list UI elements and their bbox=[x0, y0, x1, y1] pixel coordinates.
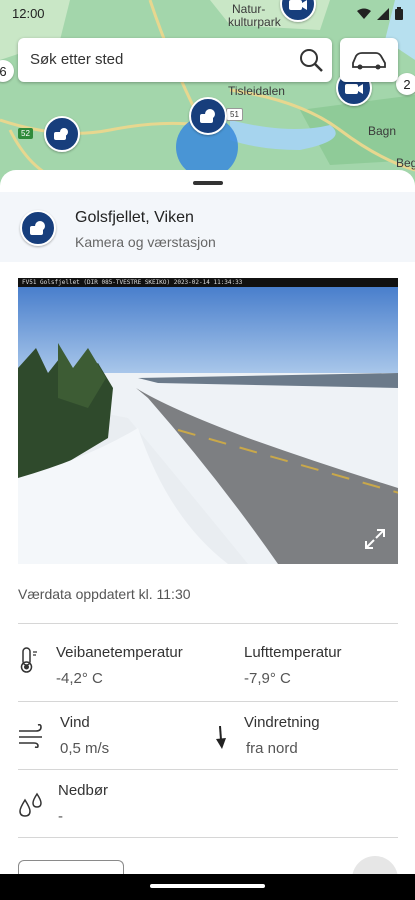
map-label-beg: Beg bbox=[396, 156, 415, 170]
road-temp-value: -4,2° C bbox=[56, 670, 103, 687]
precipitation-label: Nedbør bbox=[58, 782, 109, 799]
system-navigation-bar bbox=[0, 874, 415, 900]
camera-weather-icon bbox=[200, 109, 215, 123]
road-shield-51: 51 bbox=[226, 108, 243, 121]
details-sheet: Golsfjellet, Viken Kamera og værstasjon … bbox=[0, 170, 415, 900]
location-type-icon bbox=[20, 210, 56, 246]
expand-icon[interactable] bbox=[364, 528, 386, 550]
weather-row-wind: Vind 0,5 m/s Vindretning fra nord bbox=[0, 702, 415, 768]
location-subtitle: Kamera og værstasjon bbox=[75, 234, 216, 250]
weather-row-temperature: Veibanetemperatur -4,2° C Lufttemperatur… bbox=[0, 624, 415, 690]
wind-label: Vind bbox=[60, 714, 90, 731]
camera-icon bbox=[289, 0, 307, 10]
air-temp-value: -7,9° C bbox=[244, 670, 291, 687]
road-temp-label: Veibanetemperatur bbox=[56, 644, 183, 661]
camera-weather-icon bbox=[30, 221, 45, 235]
webcam-image[interactable]: FV51 Golsfjellet (DIR 085-TVESTRE SKEIKO… bbox=[18, 278, 398, 564]
webcam-caption: FV51 Golsfjellet (DIR 085-TVESTRE SKEIKO… bbox=[18, 278, 398, 287]
signal-icon bbox=[377, 7, 389, 20]
divider bbox=[18, 837, 398, 838]
sheet-drag-handle[interactable] bbox=[193, 181, 223, 185]
vehicle-mode-button[interactable] bbox=[340, 38, 398, 82]
search-icon[interactable] bbox=[298, 47, 324, 73]
wind-direction-value: fra nord bbox=[246, 740, 298, 757]
status-time: 12:00 bbox=[12, 6, 45, 21]
precipitation-value: - bbox=[58, 808, 63, 825]
map-selected-pin[interactable] bbox=[189, 97, 227, 135]
cluster-count-right: 2 bbox=[396, 73, 415, 95]
map-label-tisleidalen: Tisleidalen bbox=[228, 84, 285, 98]
thermometer-icon bbox=[20, 647, 37, 673]
road-shield-52: 52 bbox=[18, 128, 33, 139]
location-header: Golsfjellet, Viken Kamera og værstasjon bbox=[0, 192, 415, 262]
location-title: Golsfjellet, Viken bbox=[75, 209, 194, 226]
search-bar[interactable]: Søk etter sted bbox=[18, 38, 332, 82]
search-input[interactable]: Søk etter sted bbox=[30, 51, 123, 68]
wind-direction-label: Vindretning bbox=[244, 714, 320, 731]
weather-row-precipitation: Nedbør - bbox=[0, 770, 415, 836]
wind-icon bbox=[19, 724, 42, 748]
map-label-bagn: Bagn bbox=[368, 124, 397, 138]
status-bar: 12:00 bbox=[12, 6, 403, 22]
camera-icon bbox=[345, 84, 363, 94]
map-weather-pin[interactable] bbox=[44, 116, 80, 152]
air-temp-label: Lufttemperatur bbox=[244, 644, 342, 661]
car-icon bbox=[352, 52, 386, 70]
battery-icon bbox=[395, 7, 403, 20]
webcam-photo bbox=[18, 278, 398, 564]
home-gesture-pill[interactable] bbox=[150, 884, 265, 888]
camera-weather-icon bbox=[54, 128, 68, 140]
wind-value: 0,5 m/s bbox=[60, 740, 110, 757]
weather-updated-text: Værdata oppdatert kl. 11:30 bbox=[18, 586, 191, 602]
wind-direction-arrow-icon bbox=[216, 726, 226, 749]
wifi-icon bbox=[357, 8, 371, 19]
raindrops-icon bbox=[19, 792, 42, 817]
